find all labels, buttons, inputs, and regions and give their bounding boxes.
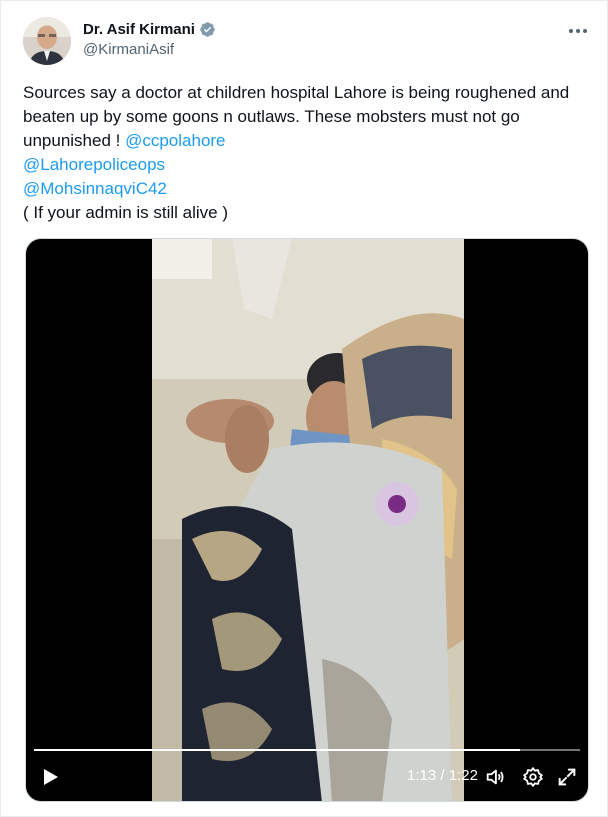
video-controls: 1:13 / 1:22 <box>26 753 588 801</box>
tweet-line: beaten up by some goons n outlaws. These… <box>23 107 520 126</box>
settings-icon[interactable] <box>522 766 544 788</box>
more-dot-icon <box>576 29 580 33</box>
avatar[interactable] <box>23 17 71 65</box>
tweet-text: Sources say a doctor at children hospita… <box>23 81 593 225</box>
video-progress-bar[interactable] <box>34 749 580 751</box>
tweet-line: unpunished ! @ccpolahore <box>23 129 593 153</box>
author-handle[interactable]: @KirmaniAsif <box>83 41 216 58</box>
mention-link[interactable]: @ccpolahore <box>125 131 225 150</box>
current-time: 1:13 <box>407 767 437 784</box>
play-icon[interactable] <box>40 767 60 787</box>
video-progress-fill <box>34 749 520 751</box>
video-player[interactable]: 1:13 / 1:22 <box>25 238 589 802</box>
tweet-line: ( If your admin is still alive ) <box>23 203 228 222</box>
duration: 1:22 <box>448 767 478 784</box>
more-options-button[interactable] <box>567 21 589 41</box>
author-name-row: Dr. Asif Kirmani <box>83 19 216 39</box>
tweet-card: Dr. Asif Kirmani @KirmaniAsif Sources sa… <box>0 0 608 817</box>
video-time: 1:13 / 1:22 <box>407 767 478 784</box>
tweet-line: @MohsinnaqviC42 <box>23 177 593 201</box>
tweet-line: Sources say a doctor at children hospita… <box>23 83 570 102</box>
author-name[interactable]: Dr. Asif Kirmani <box>83 21 195 38</box>
volume-icon[interactable] <box>484 766 506 788</box>
mention-link[interactable]: @Lahorepoliceops <box>23 155 165 174</box>
video-frame[interactable] <box>152 239 464 801</box>
more-dot-icon <box>569 29 573 33</box>
time-separator: / <box>436 767 449 784</box>
tweet-line: @Lahorepoliceops <box>23 153 593 177</box>
fullscreen-icon[interactable] <box>556 766 578 788</box>
author-block: Dr. Asif Kirmani @KirmaniAsif <box>83 19 216 58</box>
verified-badge-icon[interactable] <box>199 21 216 38</box>
tweet-line-text: unpunished ! <box>23 131 126 150</box>
mention-link[interactable]: @MohsinnaqviC42 <box>23 179 167 198</box>
more-dot-icon <box>583 29 587 33</box>
